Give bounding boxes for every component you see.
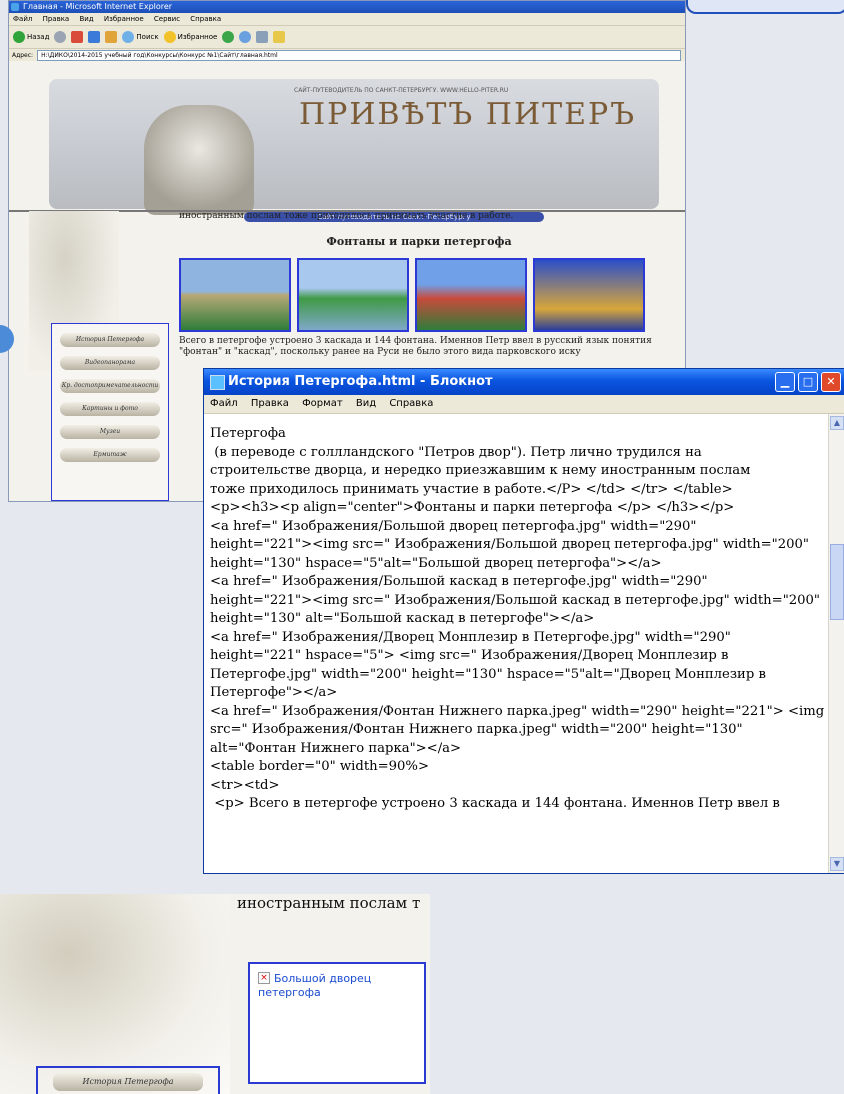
ornament-image xyxy=(0,894,230,1094)
folder-icon[interactable] xyxy=(273,31,286,43)
statue-image xyxy=(144,105,254,215)
notepad-text-area[interactable]: Петергофа (в переводе с голлландского "П… xyxy=(204,414,829,873)
forward-arrow-icon[interactable] xyxy=(54,31,67,43)
notepad-icon xyxy=(210,375,225,390)
section-heading: Фонтаны и парки петергофа xyxy=(326,235,512,248)
notepad-window: История Петергофа.html - Блокнот ▁ □ ✕ Ф… xyxy=(203,368,844,874)
print-icon[interactable] xyxy=(256,31,269,43)
ie-menu-bar: Файл Правка Вид Избранное Сервис Справка xyxy=(9,13,685,26)
crop-nav-history[interactable]: История Петергофа xyxy=(53,1073,203,1091)
site-nav: История Петергофа Видеопанорама Кр. дост… xyxy=(51,323,169,501)
close-button[interactable]: ✕ xyxy=(821,372,841,392)
broken-image-alt: Большой дворец петергофа xyxy=(258,972,372,999)
search-icon xyxy=(122,31,135,43)
vertical-scrollbar[interactable]: ▲ ▼ xyxy=(828,414,844,873)
star-icon xyxy=(163,31,176,43)
crop-intro-text: иностранным послам т xyxy=(237,894,421,912)
menu-edit[interactable]: Правка xyxy=(251,398,289,409)
ie-menu-file[interactable]: Файл xyxy=(13,15,32,23)
back-button[interactable]: Назад xyxy=(13,31,49,43)
ie-title-bar: Главная - Microsoft Internet Explorer xyxy=(9,1,685,13)
stop-icon[interactable] xyxy=(71,31,84,43)
favorites-button[interactable]: Избранное xyxy=(163,31,217,43)
minimize-button[interactable]: ▁ xyxy=(775,372,795,392)
nav-sights[interactable]: Кр. достопримечательности xyxy=(60,379,160,393)
search-button[interactable]: Поиск xyxy=(122,31,159,43)
ie-toolbar: Назад Поиск Избранное xyxy=(9,26,685,49)
mail-icon[interactable] xyxy=(239,31,252,43)
address-input[interactable]: H:\ДИКО\2014-2015 учебный год\Конкурсы\К… xyxy=(37,49,681,61)
home-icon[interactable] xyxy=(105,31,118,43)
menu-view[interactable]: Вид xyxy=(356,398,376,409)
menu-help[interactable]: Справка xyxy=(389,398,433,409)
site-banner: САЙТ-ПУТЕВОДИТЕЛЬ ПО САНКТ-ПЕТЕРБУРГУ. W… xyxy=(49,79,659,222)
ie-menu-help[interactable]: Справка xyxy=(190,15,221,23)
photo-row xyxy=(179,258,659,332)
crop-site-nav: История Петергофа xyxy=(36,1066,220,1094)
nav-history[interactable]: История Петергофа xyxy=(60,333,160,347)
scroll-up-icon[interactable]: ▲ xyxy=(830,416,844,430)
nav-hermitage[interactable]: Ермитаж xyxy=(60,448,160,462)
ie-menu-favorites[interactable]: Избранное xyxy=(104,15,144,23)
page-content: иностранным послам тоже приходилось прин… xyxy=(179,211,659,358)
address-label: Адрес: xyxy=(12,51,34,59)
notepad-title-bar: История Петергофа.html - Блокнот ▁ □ ✕ xyxy=(204,369,844,395)
refresh-icon[interactable] xyxy=(88,31,101,43)
scroll-down-icon[interactable]: ▼ xyxy=(830,857,844,871)
intro-line: иностранным послам тоже приходилось прин… xyxy=(179,211,514,221)
nav-museums[interactable]: Музеи xyxy=(60,425,160,439)
scroll-thumb[interactable] xyxy=(830,544,844,620)
site-logo: ПРИВѢТЪ ПИТЕРЪ xyxy=(299,97,637,132)
site-tagline: САЙТ-ПУТЕВОДИТЕЛЬ ПО САНКТ-ПЕТЕРБУРГУ. W… xyxy=(294,87,509,94)
ie-menu-view[interactable]: Вид xyxy=(79,15,93,23)
menu-format[interactable]: Формат xyxy=(302,398,343,409)
broken-image-frame[interactable]: × Большой дворец петергофа xyxy=(248,962,426,1084)
photo-grand-palace[interactable] xyxy=(179,258,291,332)
ie-title: Главная - Microsoft Internet Explorer xyxy=(23,2,173,11)
nav-video[interactable]: Видеопанорама xyxy=(60,356,160,370)
photo-monplaisir[interactable] xyxy=(415,258,527,332)
history-icon[interactable] xyxy=(222,31,235,43)
body-paragraph: Всего в петергофе устроено 3 каскада и 1… xyxy=(179,336,652,357)
window-corner-fragment xyxy=(686,0,844,14)
photo-grand-cascade[interactable] xyxy=(297,258,409,332)
ie-menu-edit[interactable]: Правка xyxy=(43,15,70,23)
broken-image-icon: × xyxy=(258,972,270,984)
notepad-menu-bar: Файл Правка Формат Вид Справка xyxy=(204,395,844,414)
photo-fountain[interactable] xyxy=(533,258,645,332)
ie-icon xyxy=(11,3,19,11)
maximize-button[interactable]: □ xyxy=(798,372,818,392)
ie-menu-tools[interactable]: Сервис xyxy=(154,15,180,23)
back-arrow-icon xyxy=(13,31,25,43)
rendered-page-crop: иностранным послам т × Большой дворец пет… xyxy=(0,894,430,1094)
menu-file[interactable]: Файл xyxy=(210,398,238,409)
broken-image-placeholder[interactable]: × Большой дворец петергофа xyxy=(258,972,424,1000)
notepad-title: История Петергофа.html - Блокнот xyxy=(228,374,493,389)
nav-pictures[interactable]: Картины и фото xyxy=(60,402,160,416)
